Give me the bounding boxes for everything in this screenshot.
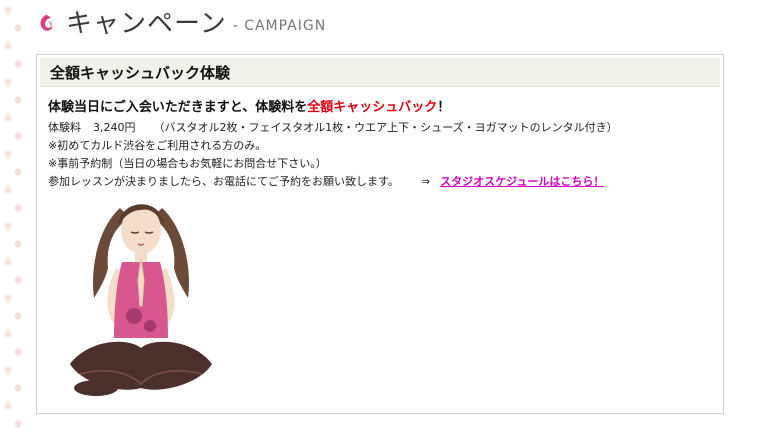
decorative-side-pattern (0, 0, 26, 428)
contact-text: 参加レッスンが決まりましたら、お電話にてご予約をお願い致します。 (48, 175, 399, 188)
page-header: キャンペーン - CAMPAIGN (34, 5, 326, 39)
fee-price: 3,240円 (93, 121, 136, 134)
note-reservation: ※事前予約制（当日の場合もお気軽にお問合せ下さい。） (48, 157, 327, 170)
meditating-woman-illustration (70, 204, 212, 396)
note-first-time: ※初めてカルド渋谷をご利用される方のみ。 (48, 139, 267, 152)
pink-swirl-icon (40, 15, 53, 31)
arrow-icon: ⇒ (420, 175, 431, 188)
page-subtitle: - CAMPAIGN (232, 18, 327, 34)
page-title: キャンペーン (66, 9, 227, 39)
lead-highlight: 全額キャッシュバック (307, 100, 438, 115)
studio-schedule-link[interactable]: スタジオスケジュールはこちら！ (440, 175, 604, 188)
fee-note: （バスタオル2枚・フェイスタオル1枚・ウエア上下・シューズ・ヨガマットのレンタル… (153, 121, 618, 134)
lead-text: 体験当日にご入会いただきますと、体験料を全額キャッシュバック！ (48, 97, 713, 119)
panel-heading: 全額キャッシュバック体験 (40, 58, 720, 87)
lead-suffix: ！ (437, 100, 451, 115)
fee-label: 体験料 (48, 121, 81, 134)
lead-prefix: 体験当日にご入会いただきますと、体験料を (48, 100, 308, 115)
campaign-content: 体験当日にご入会いただきますと、体験料を全額キャッシュバック！ 体験料 3,240… (48, 97, 713, 191)
fee-line: 体験料 3,240円 （バスタオル2枚・フェイスタオル1枚・ウエア上下・シューズ・ヨ… (48, 119, 713, 137)
